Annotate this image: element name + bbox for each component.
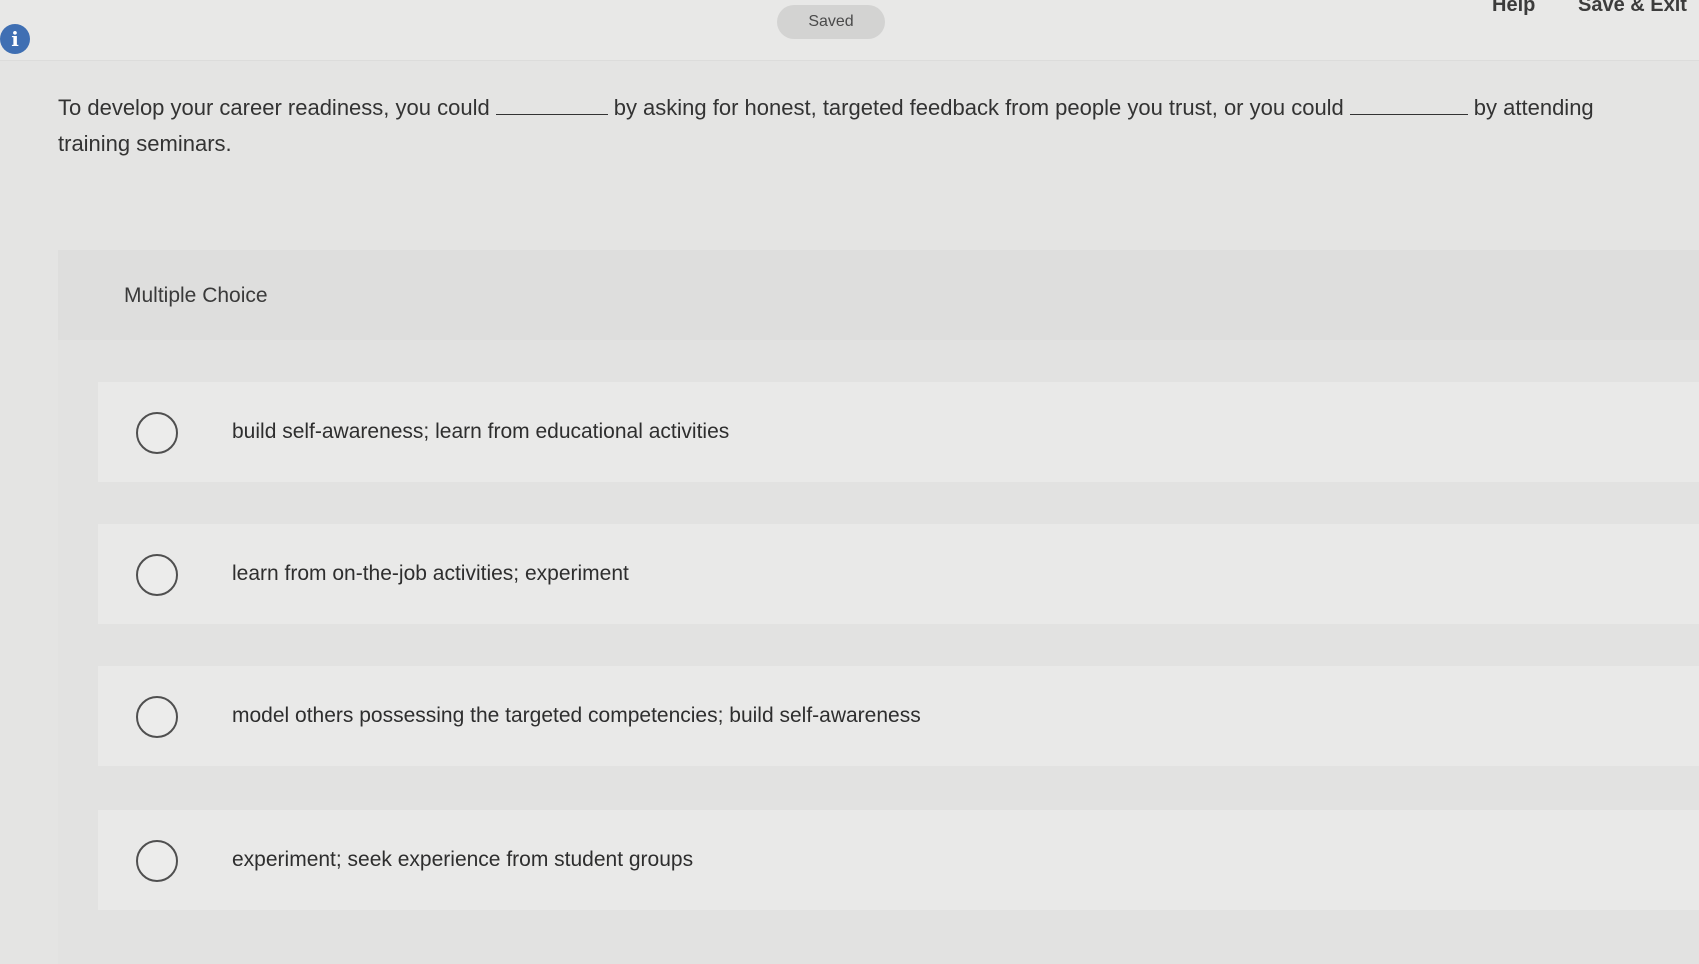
save-and-exit-link[interactable]: Save & Exit bbox=[1578, 0, 1687, 17]
answer-blank-1 bbox=[495, 96, 608, 115]
answer-option[interactable]: experiment; seek experience from student… bbox=[98, 810, 1699, 910]
radio-button[interactable] bbox=[136, 554, 178, 596]
answer-option-label: model others possessing the targeted com… bbox=[232, 704, 921, 727]
answer-option[interactable]: build self-awareness; learn from educati… bbox=[98, 382, 1699, 482]
radio-button[interactable] bbox=[136, 840, 178, 882]
answer-blank-2 bbox=[1349, 96, 1468, 115]
radio-button[interactable] bbox=[136, 412, 178, 454]
answer-option[interactable]: learn from on-the-job activities; experi… bbox=[98, 524, 1699, 624]
saved-status-badge: Saved bbox=[777, 5, 885, 39]
answer-option[interactable]: model others possessing the targeted com… bbox=[98, 666, 1699, 766]
multiple-choice-panel: Multiple Choice build self-awareness; le… bbox=[58, 250, 1699, 964]
question-prompt: To develop your career readiness, you co… bbox=[58, 90, 1658, 162]
info-icon[interactable]: i bbox=[0, 24, 30, 54]
multiple-choice-header: Multiple Choice bbox=[58, 250, 1699, 340]
radio-button[interactable] bbox=[136, 696, 178, 738]
help-link[interactable]: Help bbox=[1492, 0, 1535, 17]
answer-option-label: build self-awareness; learn from educati… bbox=[232, 420, 730, 443]
answer-option-label: experiment; seek experience from student… bbox=[232, 848, 694, 871]
answer-option-label: learn from on-the-job activities; experi… bbox=[232, 562, 629, 585]
top-bar: i Saved Help Save & Exit bbox=[0, 0, 1699, 61]
question-text-part2: by asking for honest, targeted feedback … bbox=[613, 95, 1344, 120]
multiple-choice-label: Multiple Choice bbox=[124, 284, 268, 307]
question-text-part1: To develop your career readiness, you co… bbox=[58, 95, 490, 120]
